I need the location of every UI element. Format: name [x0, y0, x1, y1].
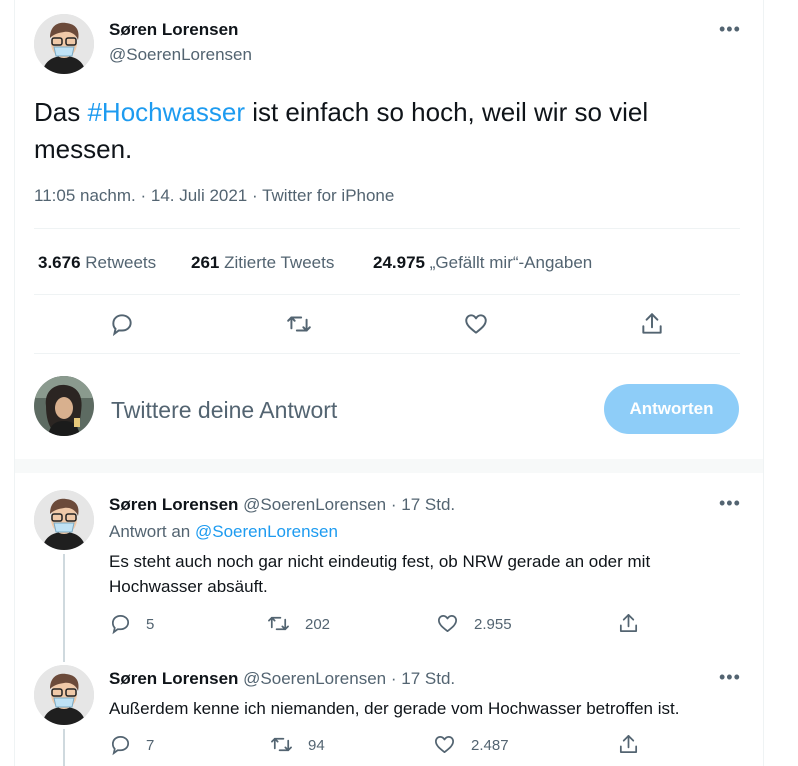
heart-icon[interactable]: [433, 733, 456, 756]
quotes-count: 261: [191, 253, 220, 272]
reply-to-handle[interactable]: @SoerenLorensen: [195, 522, 338, 541]
tweet-timestamp[interactable]: 11:05 nachm. · 14. Juli 2021 · Twitter f…: [34, 186, 394, 206]
reply-time[interactable]: · 17 Std.: [391, 669, 455, 688]
like-count: 2.955: [474, 616, 512, 633]
retweets-count: 3.676: [38, 253, 81, 272]
thread-line: [63, 554, 65, 662]
reply-author-handle[interactable]: @SoerenLorensen: [243, 669, 386, 688]
likes-label: „Gefällt mir“-Angaben: [429, 253, 593, 272]
reply-avatar[interactable]: [34, 665, 94, 725]
share-icon[interactable]: [617, 612, 640, 635]
section-separator: [15, 459, 763, 473]
stat-retweets[interactable]: 3.676 Retweets: [38, 253, 156, 273]
reply-to-label: Antwort an: [109, 522, 191, 541]
reply-text: Es steht auch noch gar nicht eindeutig f…: [109, 552, 651, 596]
thread-line: [63, 729, 65, 766]
heart-icon[interactable]: [436, 612, 459, 635]
author-handle[interactable]: @SoerenLorensen: [109, 45, 252, 65]
reply-header: Søren Lorensen @SoerenLorensen · 17 Std.: [109, 669, 455, 689]
reply-input[interactable]: Twittere deine Antwort: [111, 397, 337, 424]
reply-author-name[interactable]: Søren Lorensen: [109, 669, 238, 688]
reply-author-name[interactable]: Søren Lorensen: [109, 495, 238, 514]
reply-context: Antwort an @SoerenLorensen: [109, 522, 338, 542]
more-icon[interactable]: •••: [719, 20, 741, 38]
retweet-icon[interactable]: [286, 311, 312, 337]
retweet-icon[interactable]: [270, 733, 293, 756]
reply-icon[interactable]: [109, 311, 135, 337]
more-icon[interactable]: •••: [719, 668, 741, 686]
reply-icon[interactable]: [109, 612, 132, 635]
share-icon[interactable]: [617, 733, 640, 756]
divider: [34, 294, 740, 295]
divider: [34, 353, 740, 354]
reply-icon[interactable]: [109, 733, 132, 756]
user-avatar[interactable]: [34, 376, 94, 436]
reply-count: 7: [146, 737, 155, 754]
retweets-label: Retweets: [85, 253, 157, 272]
retweet-icon[interactable]: [267, 612, 290, 635]
stat-likes[interactable]: 24.975 „Gefällt mir“-Angaben: [373, 253, 592, 273]
divider: [34, 228, 740, 229]
tweet-text: Das #Hochwasser ist einfach so hoch, wei…: [34, 94, 734, 168]
hashtag-link[interactable]: #Hochwasser: [87, 97, 245, 127]
share-icon[interactable]: [639, 311, 665, 337]
reply-text: Außerdem kenne ich niemanden, der gerade…: [109, 699, 680, 718]
more-icon[interactable]: •••: [719, 494, 741, 512]
tweet-text-start: Das: [34, 97, 88, 127]
quotes-label: Zitierte Tweets: [224, 253, 335, 272]
retweet-count: 202: [305, 616, 331, 633]
like-count: 2.487: [471, 737, 509, 754]
likes-count: 24.975: [373, 253, 425, 272]
heart-icon[interactable]: [463, 311, 489, 337]
retweet-count: 94: [308, 737, 325, 754]
author-avatar[interactable]: [34, 14, 94, 74]
reply-avatar[interactable]: [34, 490, 94, 550]
stat-quotes[interactable]: 261 Zitierte Tweets: [191, 253, 334, 273]
reply-count: 5: [146, 616, 155, 633]
reply-time[interactable]: · 17 Std.: [391, 495, 455, 514]
reply-author-handle[interactable]: @SoerenLorensen: [243, 495, 386, 514]
author-name[interactable]: Søren Lorensen: [109, 20, 238, 40]
reply-header: Søren Lorensen @SoerenLorensen · 17 Std.: [109, 495, 455, 515]
reply-submit-button[interactable]: Antworten: [604, 384, 739, 434]
